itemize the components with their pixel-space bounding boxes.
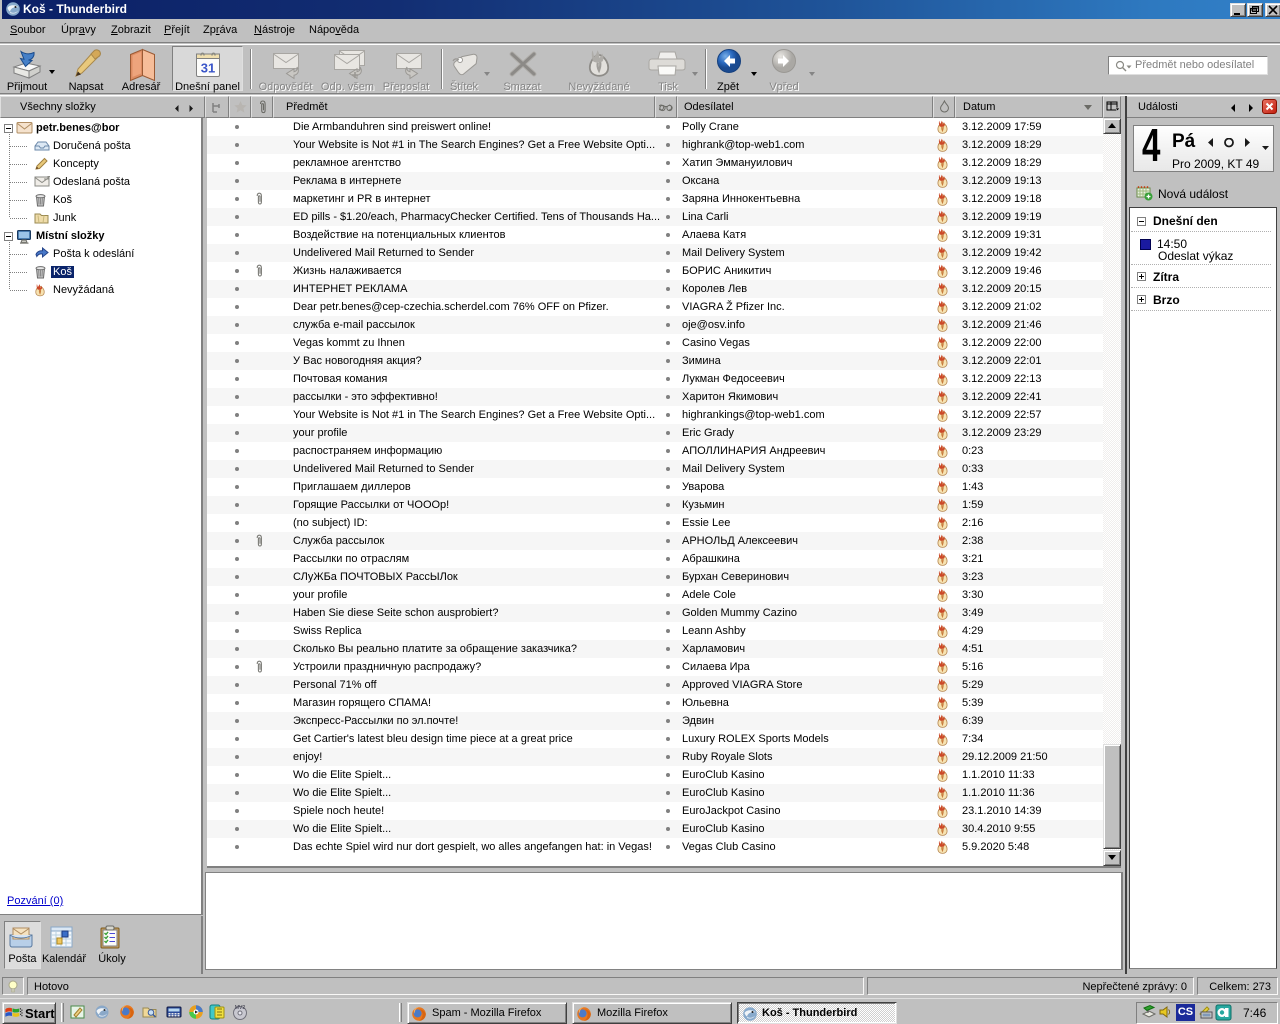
- svg-text:MV2: MV2: [235, 1005, 246, 1011]
- svg-text:31: 31: [201, 61, 215, 76]
